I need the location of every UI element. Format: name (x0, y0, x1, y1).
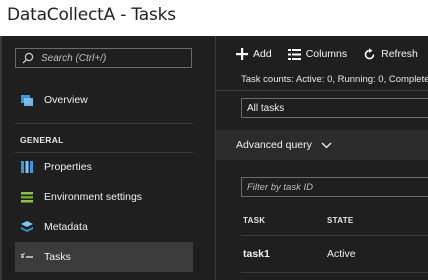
tasks-icon (20, 250, 34, 264)
sidebar-item-metadata[interactable]: Metadata (15, 212, 193, 242)
properties-icon (20, 160, 34, 174)
blade-panel: Search (Ctrl+/) Overview GENERAL Propert… (0, 36, 428, 280)
environment-settings-icon (20, 190, 34, 204)
filter-task-id-input[interactable]: Filter by task ID (241, 177, 428, 197)
task-state-cell: Active (327, 248, 356, 260)
chevron-down-icon (321, 142, 332, 149)
search-placeholder: Search (Ctrl+/) (41, 52, 107, 64)
refresh-button[interactable]: Refresh (363, 47, 418, 61)
sidebar-item-label: Tasks (44, 251, 71, 263)
advanced-query-label: Advanced query (236, 139, 312, 151)
advanced-query-toggle[interactable]: Advanced query (216, 130, 428, 160)
section-label-general: GENERAL (20, 135, 64, 145)
page-title: DataCollectA - Tasks (7, 5, 176, 25)
columns-button-label: Columns (305, 48, 348, 60)
column-header-task[interactable]: TASK (243, 216, 265, 225)
sidebar-item-properties[interactable]: Properties (15, 152, 193, 182)
plus-icon (236, 48, 248, 60)
main-content: Add Columns Refresh Task counts: Active:… (215, 36, 428, 280)
sidebar-item-label: Metadata (44, 221, 88, 233)
table-row-divider (241, 272, 428, 273)
add-button-label: Add (253, 48, 272, 60)
refresh-button-label: Refresh (381, 48, 418, 60)
toolbar: Add Columns Refresh (216, 43, 420, 65)
toolbar-divider (216, 90, 428, 91)
sidebar: Search (Ctrl+/) Overview GENERAL Propert… (2, 36, 212, 280)
sidebar-item-overview[interactable]: Overview (15, 85, 193, 115)
sidebar-item-tasks[interactable]: Tasks (15, 242, 193, 272)
columns-button[interactable]: Columns (287, 48, 348, 60)
sidebar-divider (15, 123, 193, 124)
metadata-icon (20, 220, 34, 234)
search-icon (22, 52, 34, 64)
window-header: DataCollectA - Tasks (0, 0, 428, 36)
sidebar-item-label: Environment settings (44, 191, 143, 203)
task-counts: Task counts: Active: 0, Running: 0, Comp… (241, 74, 428, 85)
column-header-state[interactable]: STATE (327, 216, 354, 225)
sidebar-item-environment-settings[interactable]: Environment settings (15, 182, 193, 212)
table-header-divider (241, 235, 428, 236)
add-button[interactable]: Add (236, 48, 272, 60)
refresh-icon (363, 47, 376, 61)
task-filter-select[interactable]: All tasks (241, 98, 428, 118)
sidebar-item-label: Overview (44, 94, 88, 106)
sidebar-item-label: Properties (44, 161, 92, 173)
columns-icon (287, 48, 301, 60)
overview-icon (20, 93, 34, 107)
task-id-cell[interactable]: task1 (243, 248, 270, 260)
search-input[interactable]: Search (Ctrl+/) (15, 48, 192, 68)
